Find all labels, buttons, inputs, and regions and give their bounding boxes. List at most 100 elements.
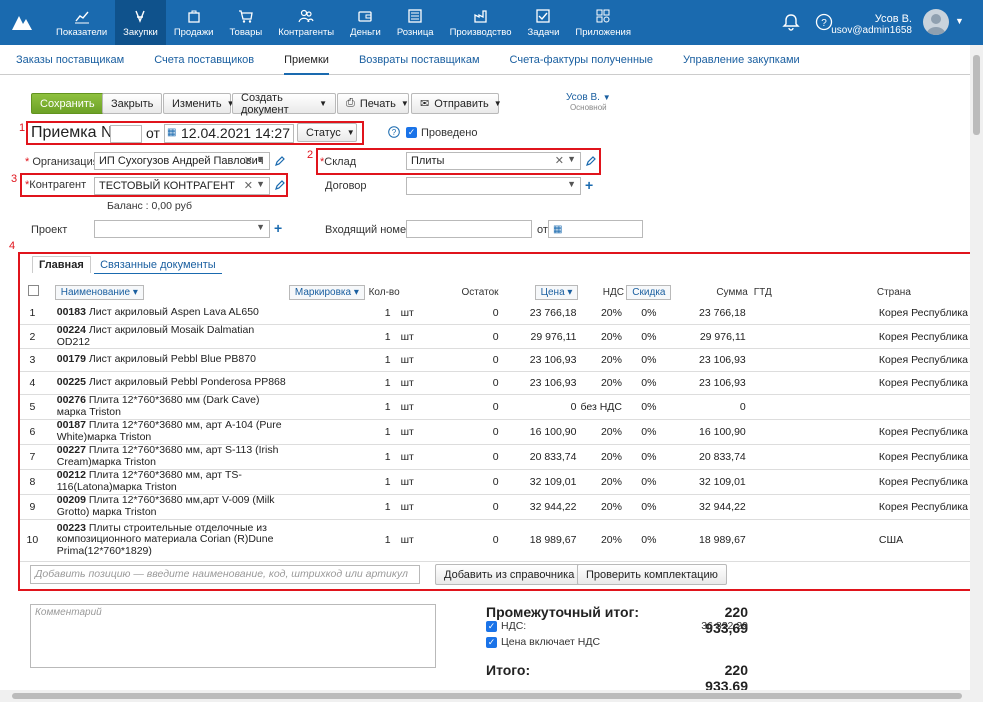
nav-item-5[interactable]: Деньги xyxy=(342,0,389,45)
status-dropdown[interactable]: Статус ▼ xyxy=(297,123,357,142)
chevron-down-icon[interactable]: ▼ xyxy=(567,179,576,189)
item-name-cell[interactable]: 00223 Плиты строительные отделочные из к… xyxy=(54,519,289,562)
incoming-number-input[interactable] xyxy=(406,220,532,238)
add-project-icon[interactable]: + xyxy=(274,220,282,236)
owner-selector[interactable]: Усов В. ▼ Основной xyxy=(566,92,611,112)
sort-name-header[interactable]: Наименование ▾ xyxy=(54,284,144,300)
marking-cell[interactable] xyxy=(288,444,369,470)
subnav-tab-0[interactable]: Заказы поставщикам xyxy=(16,45,124,75)
gtd-cell[interactable] xyxy=(747,302,877,326)
nav-item-9[interactable]: Приложения xyxy=(567,0,639,45)
qty-cell[interactable]: 1 шт xyxy=(368,519,416,562)
gtd-cell[interactable] xyxy=(747,444,877,470)
tab-linked-documents[interactable]: Связанные документы xyxy=(94,257,222,274)
table-row[interactable]: 10 00223 Плиты строительные отделочные из… xyxy=(20,519,970,562)
add-contract-icon[interactable]: + xyxy=(585,177,593,193)
chevron-down-icon[interactable]: ▼ xyxy=(256,222,265,232)
marking-cell[interactable] xyxy=(288,419,369,445)
nav-item-7[interactable]: Производство xyxy=(442,0,520,45)
qty-cell[interactable]: 1 шт xyxy=(368,444,416,470)
bell-icon[interactable] xyxy=(782,13,800,31)
clear-icon[interactable]: ✕ xyxy=(244,154,253,167)
marking-cell[interactable] xyxy=(288,394,369,420)
marking-cell[interactable] xyxy=(288,371,369,395)
table-row[interactable]: 7 00227 Плита 12*760*3680 мм, арт S-113 (… xyxy=(20,444,970,470)
item-name-cell[interactable]: 00276 Плита 12*760*3680 мм (Dark Cave) м… xyxy=(54,394,289,420)
tab-main[interactable]: Главная xyxy=(32,256,91,273)
check-kit-button[interactable]: Проверить комплектацию xyxy=(577,564,727,585)
qty-cell[interactable]: 1 шт xyxy=(368,348,416,372)
organization-select[interactable]: ИП Сухогузов Андрей Павлович ✕ ▼ xyxy=(94,152,270,170)
subnav-tab-1[interactable]: Счета поставщиков xyxy=(154,45,254,75)
qty-cell[interactable]: 1 шт xyxy=(368,371,416,395)
table-row[interactable]: 2 00224 Лист акриловый Mosaik Dalmatian O… xyxy=(20,324,970,350)
nav-item-3[interactable]: Товары xyxy=(222,0,271,45)
gtd-cell[interactable] xyxy=(747,324,877,350)
create-document-button[interactable]: Создать документ ▼ xyxy=(232,92,336,116)
vat-checkbox[interactable]: ✓ xyxy=(486,621,497,632)
project-select[interactable]: ▼ xyxy=(94,220,270,238)
gtd-cell[interactable] xyxy=(747,348,877,372)
pencil-icon[interactable] xyxy=(274,180,285,191)
contract-select[interactable]: ▼ xyxy=(406,177,581,195)
chevron-down-icon[interactable]: ▼ xyxy=(567,154,576,164)
qty-cell[interactable]: 1 шт xyxy=(368,302,416,326)
clear-icon[interactable]: ✕ xyxy=(555,154,564,167)
pencil-icon[interactable] xyxy=(585,156,596,167)
vertical-scrollbar-thumb[interactable] xyxy=(973,55,980,135)
nav-item-8[interactable]: Задачи xyxy=(520,0,568,45)
qty-cell[interactable]: 1 шт xyxy=(368,419,416,445)
chevron-down-icon[interactable]: ▼ xyxy=(256,179,265,189)
logo-icon[interactable] xyxy=(10,10,34,34)
vertical-scrollbar[interactable] xyxy=(970,45,983,690)
save-button[interactable]: Сохранить xyxy=(31,93,104,114)
item-name-cell[interactable]: 00187 Плита 12*760*3680 мм, арт А-104 (P… xyxy=(54,419,289,445)
item-name-cell[interactable]: 00209 Плита 12*760*3680 мм,арт V-009 (Mi… xyxy=(54,494,289,520)
marking-cell[interactable] xyxy=(288,494,369,520)
horizontal-scrollbar[interactable] xyxy=(0,690,983,702)
item-name-cell[interactable]: 00225 Лист акриловый Pebbl Ponderosa PP8… xyxy=(54,371,289,395)
qty-cell[interactable]: 1 шт xyxy=(368,469,416,495)
price-header[interactable]: Цена ▾ xyxy=(534,284,579,300)
marking-cell[interactable] xyxy=(288,469,369,495)
table-row[interactable]: 5 00276 Плита 12*760*3680 мм (Dark Cave) … xyxy=(20,394,970,420)
marking-cell[interactable] xyxy=(288,519,369,562)
comment-textarea[interactable]: Комментарий xyxy=(30,604,436,668)
table-row[interactable]: 9 00209 Плита 12*760*3680 мм,арт V-009 (M… xyxy=(20,494,970,520)
item-name-cell[interactable]: 00224 Лист акриловый Mosaik Dalmatian OD… xyxy=(54,324,289,350)
item-name-cell[interactable]: 00227 Плита 12*760*3680 мм, арт S-113 (I… xyxy=(54,444,289,470)
item-name-cell[interactable]: 00212 Плита 12*760*3680 мм, арт TS-116(L… xyxy=(54,469,289,495)
item-name-cell[interactable]: 00179 Лист акриловый Pebbl Blue PB870 xyxy=(54,348,289,372)
pencil-icon[interactable] xyxy=(274,156,285,167)
help-icon[interactable]: ? xyxy=(388,126,400,138)
marking-header[interactable]: Маркировка ▾ xyxy=(288,284,365,300)
table-row[interactable]: 3 00179 Лист акриловый Pebbl Blue PB870 1 ш… xyxy=(20,348,970,372)
chevron-down-icon[interactable]: ▼ xyxy=(955,16,964,26)
close-button[interactable]: Закрыть xyxy=(102,93,163,114)
qty-cell[interactable]: 1 шт xyxy=(368,324,416,350)
document-number-input[interactable] xyxy=(110,125,142,143)
send-button[interactable]: ✉ Отправить ▼ xyxy=(411,93,502,114)
nav-item-0[interactable]: Показатели xyxy=(48,0,115,45)
add-from-catalog-button[interactable]: Добавить из справочника xyxy=(435,564,584,585)
horizontal-scrollbar-thumb[interactable] xyxy=(12,693,962,699)
nav-item-1[interactable]: Закупки xyxy=(115,0,166,45)
discount-header[interactable]: Скидка xyxy=(626,284,672,300)
gtd-cell[interactable] xyxy=(747,394,877,420)
gtd-cell[interactable] xyxy=(747,419,877,445)
posted-checkbox[interactable]: ✓ xyxy=(406,127,417,138)
gtd-cell[interactable] xyxy=(747,494,877,520)
table-row[interactable]: 8 00212 Плита 12*760*3680 мм, арт TS-116(… xyxy=(20,469,970,495)
avatar[interactable] xyxy=(923,9,949,35)
marking-cell[interactable] xyxy=(288,348,369,372)
subnav-tab-2[interactable]: Приемки xyxy=(284,45,329,75)
table-row[interactable]: 6 00187 Плита 12*760*3680 мм, арт А-104 (… xyxy=(20,419,970,445)
table-row[interactable]: 4 00225 Лист акриловый Pebbl Ponderosa PP… xyxy=(20,371,970,395)
qty-cell[interactable]: 1 шт xyxy=(368,394,416,420)
marking-cell[interactable] xyxy=(288,324,369,350)
table-row[interactable]: 1 00183 Лист акриловый Aspen Lava AL650 1 ш… xyxy=(20,302,970,326)
subnav-tab-5[interactable]: Управление закупками xyxy=(683,45,800,75)
add-position-input[interactable]: Добавить позицию — введите наименование,… xyxy=(30,565,420,584)
gtd-cell[interactable] xyxy=(747,469,877,495)
item-name-cell[interactable]: 00183 Лист акриловый Aspen Lava AL650 xyxy=(54,302,289,326)
